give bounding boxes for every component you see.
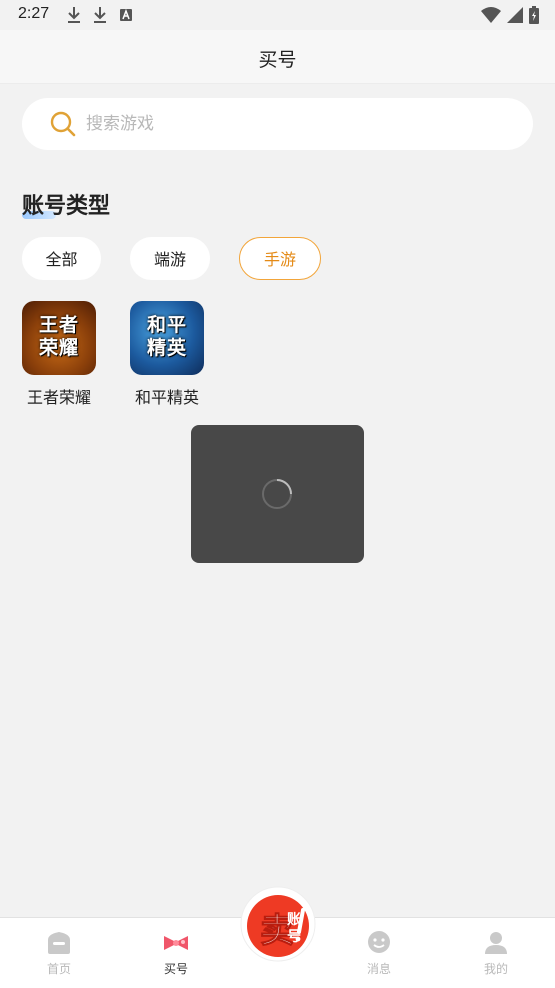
status-notifications	[66, 6, 134, 24]
game-item-wangzhe[interactable]: 王者 荣耀 王者荣耀	[14, 301, 104, 408]
game-logo-text: 荣耀	[38, 337, 79, 359]
loading-dialog	[191, 425, 364, 563]
sell-account-button[interactable]: 卖 账 号	[240, 886, 316, 962]
tab-label: 买号	[163, 962, 188, 976]
tab-home[interactable]: 首页	[24, 930, 94, 977]
page-title: 买号	[258, 49, 297, 71]
search-input[interactable]	[86, 110, 486, 138]
game-item-heping[interactable]: 和平 精英 和平精英	[122, 301, 212, 408]
search-icon	[50, 111, 76, 137]
game-logo-text: 王者	[38, 314, 79, 336]
filter-chip-all[interactable]: 全部	[22, 237, 101, 280]
wifi-icon	[481, 7, 501, 23]
filter-chip-mobile-games[interactable]: 手游	[239, 237, 321, 280]
profile-icon	[485, 932, 507, 954]
search-bar[interactable]	[22, 98, 533, 150]
game-name: 王者荣耀	[26, 388, 91, 407]
tab-messages[interactable]: 消息	[344, 930, 414, 977]
signal-icon	[507, 7, 523, 23]
bow-icon	[164, 936, 188, 950]
home-icon	[48, 932, 70, 954]
download-icon	[94, 7, 106, 23]
filter-chip-pc-games[interactable]: 端游	[130, 237, 210, 280]
status-system-icons	[481, 6, 539, 24]
section-title: 账号类型	[22, 194, 111, 219]
download-icon	[68, 7, 80, 23]
tab-buy-account[interactable]: 买号	[141, 930, 211, 977]
text-badge-icon	[120, 8, 132, 21]
tab-profile[interactable]: 我的	[461, 930, 531, 977]
game-logo-text: 和平	[146, 314, 187, 336]
game-logo-text: 精英	[146, 337, 187, 359]
status-bar: 2:27	[0, 0, 555, 30]
game-logo-icon: 王者 荣耀	[22, 301, 96, 375]
status-time: 2:27	[18, 5, 50, 22]
message-icon	[368, 931, 390, 953]
tab-label: 我的	[483, 962, 508, 976]
battery-icon	[529, 6, 539, 24]
loading-spinner-icon	[262, 479, 292, 509]
game-logo-icon: 和平 精英	[130, 301, 204, 375]
top-nav-bar: 买号	[0, 30, 555, 84]
tab-label: 消息	[366, 962, 391, 976]
tab-label: 首页	[46, 962, 71, 976]
game-name: 和平精英	[134, 388, 199, 407]
